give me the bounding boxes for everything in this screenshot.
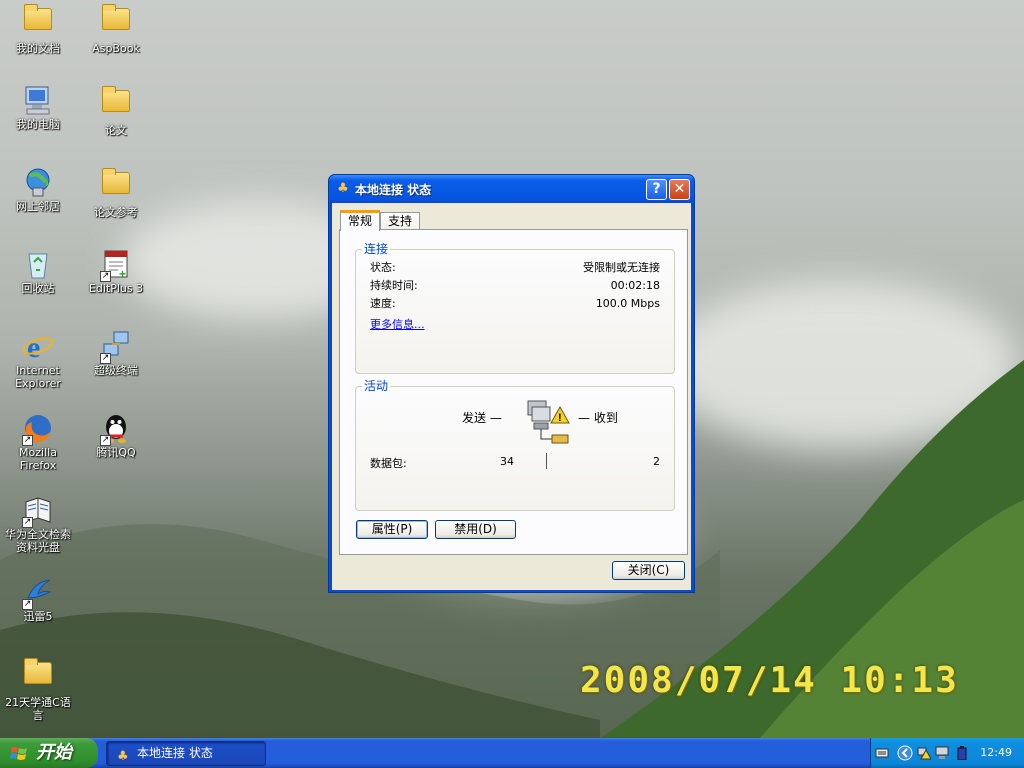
thunder-icon: ↗ [22, 576, 54, 610]
duration-row: 持续时间: 00:02:18 [370, 278, 660, 294]
folder-icon [100, 168, 132, 204]
folder-icon [100, 86, 132, 122]
icon-label: 论文参考 [94, 206, 138, 219]
desktop-icon-c-language[interactable]: 21天学通C语 言 [0, 656, 76, 722]
editplus-icon: + ↗ [100, 248, 132, 282]
speed-label: 速度: [370, 297, 396, 310]
status-label: 状态: [370, 261, 396, 274]
icon-label: 我的文档 [16, 42, 60, 55]
icon-label: Internet Explorer [15, 364, 61, 390]
speed-row: 速度: 100.0 Mbps [370, 296, 660, 312]
close-window-button[interactable]: ✕ [669, 179, 690, 200]
folder-icon [22, 658, 54, 694]
window-title: 本地连接 状态 [355, 182, 432, 197]
packets-sent-value: 34 [500, 455, 514, 468]
connection-group: 连接 状态: 受限制或无连接 持续时间: 00:02:18 速度: 100.0 … [355, 242, 675, 374]
photo-date-stamp: 2008/07/14 10:13 [580, 660, 959, 701]
icon-label: 21天学通C语 言 [5, 696, 71, 722]
hyperterminal-icon: ↗ [100, 330, 132, 364]
sent-label: 发送 — [462, 411, 502, 425]
taskbar: 开始 ♣ 本地连接 状态 12:49 [0, 738, 1024, 768]
desktop-icon-editplus[interactable]: + ↗ EditPlus 3 [78, 248, 154, 295]
book-icon: ↗ [22, 494, 54, 528]
help-button[interactable]: ? [646, 179, 667, 200]
icon-label: 腾讯QQ [96, 446, 136, 459]
status-value: 受限制或无连接 [583, 261, 660, 274]
window-client-area: 常规 支持 连接 状态: 受限制或无连接 持续时间: 00:02:18 速度: … [332, 203, 691, 590]
icon-label: 超级终端 [94, 364, 138, 377]
network-connection-icon: ♣ [117, 749, 129, 764]
tab-panel-general: 连接 状态: 受限制或无连接 持续时间: 00:02:18 速度: 100.0 … [339, 229, 688, 555]
connection-status-window[interactable]: ♣ 本地连接 状态 ? ✕ 常规 支持 连接 状态: 受限制或无连接 持续时间:… [328, 174, 695, 593]
title-bar[interactable]: ♣ 本地连接 状态 ? ✕ [329, 175, 694, 203]
show-hidden-icon[interactable] [897, 745, 913, 761]
desktop-icon-firefox[interactable]: ↗ Mozilla Firefox [0, 412, 76, 472]
icon-label: AspBook [92, 42, 140, 55]
properties-button[interactable]: 属性(P) [356, 520, 428, 539]
recycle-bin-icon [22, 248, 54, 280]
more-info-link[interactable]: 更多信息... [370, 316, 425, 332]
desktop-icon-network-places[interactable]: 网上邻居 [0, 166, 76, 213]
start-button[interactable]: 开始 [0, 738, 98, 768]
icon-label: 迅雷5 [23, 610, 53, 623]
battery-icon[interactable] [955, 746, 969, 760]
packets-received-value: 2 [653, 455, 660, 468]
tab-strip: 常规 支持 [340, 210, 421, 231]
duration-value: 00:02:18 [610, 279, 660, 292]
tab-general[interactable]: 常规 [340, 210, 381, 231]
qq-icon: ↗ [100, 412, 132, 446]
icon-label: 网上邻居 [16, 200, 60, 213]
activity-group-title: 活动 [362, 379, 391, 393]
network-activity-warning-icon: ! [524, 397, 574, 449]
close-button[interactable]: 关闭(C) [612, 561, 685, 580]
desktop-icon-recycle-bin[interactable]: 回收站 [0, 248, 76, 295]
desktop-icon-internet-explorer[interactable]: e Internet Explorer [0, 330, 76, 390]
firefox-icon: ↗ [22, 412, 54, 446]
keyboard-icon[interactable] [875, 746, 889, 760]
desktop-icon-thunder[interactable]: ↗ 迅雷5 [0, 576, 76, 623]
desktop-icon-my-computer[interactable]: 我的电脑 [0, 84, 76, 131]
desktop-icon-thesis[interactable]: 论文 [78, 84, 154, 137]
clock[interactable]: 12:49 [980, 738, 1012, 768]
my-computer-icon [22, 84, 54, 116]
desktop-icon-huawei-disc[interactable]: ↗ 华为全文检索 资料光盘 [0, 494, 76, 554]
network-places-icon [22, 166, 54, 198]
status-row: 状态: 受限制或无连接 [370, 260, 660, 276]
network-connection-icon: ♣ [337, 181, 349, 196]
icon-label: 回收站 [21, 282, 55, 295]
connection-group-title: 连接 [362, 242, 391, 256]
icon-label: 论文 [105, 124, 127, 137]
start-label: 开始 [36, 742, 72, 763]
taskbar-window-label: 本地连接 状态 [137, 746, 213, 760]
my-documents-icon [22, 4, 54, 40]
duration-label: 持续时间: [370, 279, 418, 292]
disable-button[interactable]: 禁用(D) [435, 520, 516, 539]
desktop-icon-thesis-reference[interactable]: 论文参考 [78, 166, 154, 219]
folder-icon [100, 4, 132, 40]
icon-label: EditPlus 3 [88, 282, 144, 295]
svg-text:e: e [27, 331, 40, 362]
packets-label: 数据包: [370, 457, 407, 470]
svg-text:!: ! [558, 412, 562, 424]
desktop-icon-hyperterminal[interactable]: ↗ 超级终端 [78, 330, 154, 377]
system-tray: 12:49 [870, 738, 1024, 768]
icon-label: Mozilla Firefox [19, 446, 57, 472]
taskbar-window-button[interactable]: ♣ 本地连接 状态 [106, 741, 266, 766]
icon-label: 我的电脑 [16, 118, 60, 131]
network-icon[interactable] [935, 746, 949, 760]
internet-explorer-icon: e [22, 330, 54, 364]
desktop-icon-my-documents[interactable]: 我的文档 [0, 2, 76, 55]
speed-value: 100.0 Mbps [595, 297, 660, 310]
windows-logo-icon [10, 747, 27, 760]
desktop-icon-aspbook[interactable]: AspBook [78, 2, 154, 55]
icon-label: 华为全文检索 资料光盘 [5, 528, 71, 554]
svg-text:+: + [119, 267, 126, 280]
desktop-icon-qq[interactable]: ↗ 腾讯QQ [78, 412, 154, 459]
received-label: — 收到 [578, 411, 618, 425]
network-warning-icon[interactable] [917, 746, 931, 760]
activity-group: 活动 发送 — — 收到 ! 数据包: 34 2 [355, 379, 675, 511]
activity-divider [546, 453, 547, 469]
